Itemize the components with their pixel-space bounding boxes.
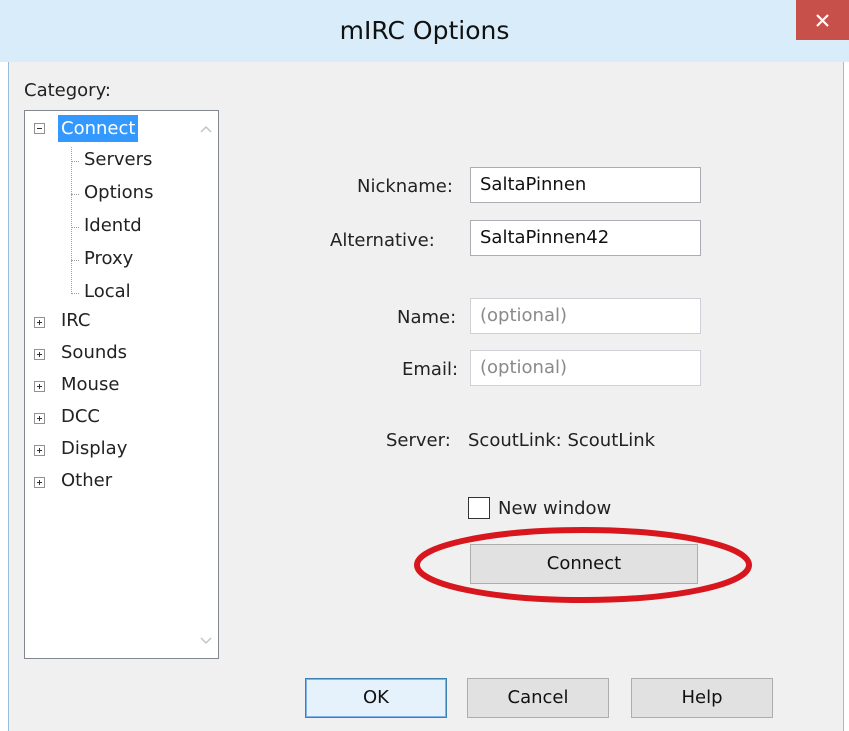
title-bar: mIRC Options xyxy=(0,0,849,62)
tree-connector xyxy=(71,260,79,261)
window-title: mIRC Options xyxy=(339,16,510,45)
tree-connector xyxy=(71,147,72,294)
expand-icon[interactable] xyxy=(34,349,45,360)
chevron-up-icon[interactable] xyxy=(200,125,212,133)
tree-connector xyxy=(71,293,79,294)
tree-item-servers[interactable]: Servers xyxy=(84,149,152,170)
tree-item-connect[interactable]: Connect xyxy=(58,115,139,142)
tree-item-irc[interactable]: IRC xyxy=(61,310,91,331)
tree-item-identd[interactable]: Identd xyxy=(84,215,142,236)
email-input[interactable]: (optional) xyxy=(470,350,701,386)
email-label: Email: xyxy=(402,359,459,380)
mirc-options-dialog: mIRC Options Category: Connect Servers O… xyxy=(0,0,849,731)
tree-connector xyxy=(71,194,79,195)
collapse-icon[interactable] xyxy=(34,123,45,134)
name-input[interactable]: (optional) xyxy=(470,298,701,334)
ok-button[interactable]: OK xyxy=(305,678,447,718)
close-icon xyxy=(816,14,829,27)
server-value: ScoutLink: ScoutLink xyxy=(468,430,656,451)
expand-icon[interactable] xyxy=(34,317,45,328)
nickname-label: Nickname: xyxy=(357,176,453,197)
tree-item-local[interactable]: Local xyxy=(84,281,131,302)
category-label: Category: xyxy=(24,80,111,101)
server-label: Server: xyxy=(386,430,451,451)
cancel-button[interactable]: Cancel xyxy=(467,678,609,718)
chevron-down-icon[interactable] xyxy=(200,637,212,645)
expand-icon[interactable] xyxy=(34,413,45,424)
tree-item-options[interactable]: Options xyxy=(84,182,153,203)
alternative-label: Alternative: xyxy=(330,230,435,251)
tree-item-display[interactable]: Display xyxy=(61,438,127,459)
new-window-checkbox[interactable] xyxy=(468,497,490,519)
nickname-input[interactable]: SaltaPinnen xyxy=(470,167,701,203)
connect-button[interactable]: Connect xyxy=(470,544,698,584)
help-button[interactable]: Help xyxy=(631,678,773,718)
name-label: Name: xyxy=(397,307,457,328)
tree-connector xyxy=(71,227,79,228)
tree-connector xyxy=(71,161,79,162)
expand-icon[interactable] xyxy=(34,477,45,488)
tree-item-mouse[interactable]: Mouse xyxy=(61,374,119,395)
tree-item-other[interactable]: Other xyxy=(61,470,112,491)
category-tree[interactable]: Connect Servers Options Identd Proxy Loc… xyxy=(24,110,219,659)
tree-item-dcc[interactable]: DCC xyxy=(61,406,100,427)
alternative-input[interactable]: SaltaPinnen42 xyxy=(470,220,701,256)
expand-icon[interactable] xyxy=(34,445,45,456)
expand-icon[interactable] xyxy=(34,381,45,392)
tree-item-sounds[interactable]: Sounds xyxy=(61,342,127,363)
tree-item-proxy[interactable]: Proxy xyxy=(84,248,133,269)
new-window-label[interactable]: New window xyxy=(498,498,611,519)
close-button[interactable] xyxy=(796,0,849,40)
